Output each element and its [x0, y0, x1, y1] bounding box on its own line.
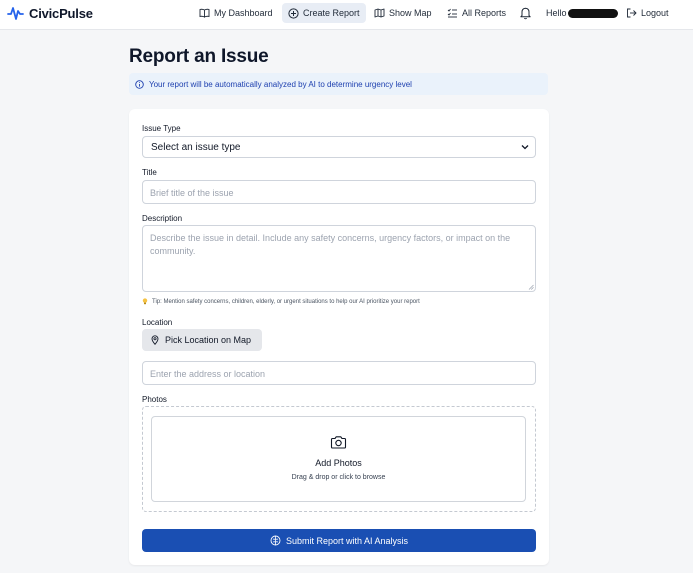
nav-label: All Reports: [462, 8, 507, 18]
top-navbar: CivicPulse My Dashboard Create Report Sh…: [0, 0, 693, 30]
brand-name: CivicPulse: [29, 5, 93, 21]
nav-label: My Dashboard: [214, 8, 273, 18]
page-title: Report an Issue: [129, 46, 269, 67]
map-pin-icon: [151, 335, 159, 345]
pick-location-label: Pick Location on Map: [165, 335, 252, 345]
add-photos-title: Add Photos: [315, 458, 362, 468]
nav-my-dashboard[interactable]: My Dashboard: [193, 3, 279, 23]
ai-info-banner: Your report will be automatically analyz…: [129, 73, 548, 95]
address-placeholder: Enter the address or location: [150, 369, 266, 379]
address-input[interactable]: Enter the address or location: [142, 361, 536, 385]
title-label: Title: [142, 168, 157, 177]
description-placeholder: Describe the issue in detail. Include an…: [150, 233, 511, 256]
chevron-down-icon: [521, 145, 529, 150]
lightbulb-icon: [142, 298, 148, 305]
drag-drop-hint: Drag & drop or click to browse: [291, 474, 386, 481]
issue-type-label: Issue Type: [142, 124, 181, 133]
nav-show-map[interactable]: Show Map: [368, 3, 438, 23]
nav-label: Create Report: [303, 8, 360, 18]
greeting-text: Hello: [546, 8, 567, 18]
banner-text: Your report will be automatically analyz…: [149, 79, 412, 89]
logout-label: Logout: [641, 8, 669, 18]
pulse-icon: [7, 7, 24, 20]
location-label: Location: [142, 318, 173, 327]
tip-text: Tip: Mention safety concerns, children, …: [152, 298, 420, 305]
nav-create-report[interactable]: Create Report: [282, 3, 366, 23]
description-textarea[interactable]: Describe the issue in detail. Include an…: [142, 225, 536, 292]
logout-button[interactable]: Logout: [626, 8, 669, 18]
title-placeholder: Brief title of the issue: [150, 188, 234, 198]
title-input[interactable]: Brief title of the issue: [142, 180, 536, 204]
map-icon: [374, 8, 385, 18]
description-tip: Tip: Mention safety concerns, children, …: [142, 298, 420, 305]
photos-label: Photos: [142, 395, 167, 404]
book-icon: [199, 8, 210, 18]
nav-label: Show Map: [389, 8, 432, 18]
pick-location-button[interactable]: Pick Location on Map: [142, 329, 262, 351]
camera-icon: [330, 436, 347, 449]
submit-report-button[interactable]: Submit Report with AI Analysis: [142, 529, 536, 552]
user-greeting: Hello: [546, 8, 618, 18]
brand-logo[interactable]: CivicPulse: [7, 5, 93, 21]
plus-circle-icon: [288, 7, 299, 19]
logout-icon: [627, 8, 637, 18]
redacted-username: [567, 8, 618, 18]
select-value: Select an issue type: [151, 141, 241, 153]
brain-icon: [270, 535, 281, 546]
bell-icon[interactable]: [519, 6, 532, 20]
description-label: Description: [142, 214, 183, 223]
list-check-icon: [447, 8, 457, 18]
resize-handle-icon[interactable]: [528, 284, 534, 290]
nav-all-reports[interactable]: All Reports: [441, 3, 512, 23]
submit-label: Submit Report with AI Analysis: [285, 535, 409, 546]
issue-type-select[interactable]: Select an issue type: [142, 136, 536, 158]
info-icon: [135, 79, 144, 89]
